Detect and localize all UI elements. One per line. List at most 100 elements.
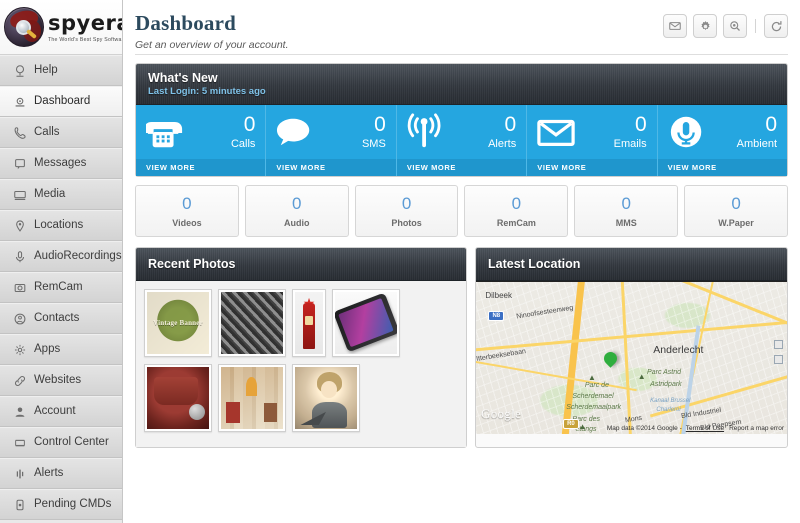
view-more-link[interactable]: VIEW MORE [527, 159, 657, 176]
sidebar-item-media[interactable]: Media [0, 179, 122, 210]
view-more-link[interactable]: VIEW MORE [136, 159, 266, 176]
phone-icon [14, 126, 26, 139]
tree-icon: ▲ [587, 373, 596, 383]
signal-tower-icon [407, 113, 441, 148]
last-login-text: Last Login: 5 minutes ago [148, 85, 266, 97]
thumbnail-image [147, 367, 209, 429]
brand-logo[interactable]: spyera The World's Best Spy Software [0, 0, 122, 55]
settings-button[interactable] [693, 14, 717, 38]
secondary-stat-label: W.Paper [718, 217, 754, 228]
microphone-circle-icon [670, 116, 701, 148]
sidebar-item-apps[interactable]: Apps [0, 334, 122, 365]
sidebar-item-control-center[interactable]: Control Center [0, 427, 122, 458]
sidebar-item-account[interactable]: Account [0, 396, 122, 427]
contacts-icon [14, 313, 26, 324]
map-viewport[interactable]: Dilbeek Ninoofsesteenweg Anderlecht Itterbe… [476, 281, 787, 434]
main-content: Dashboard Get an overview of your accoun… [123, 0, 800, 523]
sewing-tools-thumb[interactable] [218, 289, 286, 357]
sidebar-item-pending-cmds[interactable]: Pending CMDs [0, 489, 122, 520]
stat-card-calls[interactable]: 0 Calls VIEW MORE [136, 105, 267, 176]
sidebar-item-audiorecordings[interactable]: AudioRecordings [0, 241, 122, 272]
sidebar-item-websites[interactable]: Websites [0, 365, 122, 396]
map-label: Parc Astrid [647, 368, 682, 376]
telephone-icon [146, 122, 183, 148]
map-control-icon[interactable] [774, 354, 783, 364]
search-button[interactable] [723, 14, 747, 38]
secondary-stat-mms[interactable]: 0 MMS [574, 185, 679, 237]
secondary-stat-videos[interactable]: 0 Videos [135, 185, 239, 237]
secondary-stat-audio[interactable]: 0 Audio [244, 185, 349, 237]
thumbnail-image [335, 292, 397, 354]
map-label: Charleroi [656, 406, 681, 413]
stat-card-alerts[interactable]: 0 Alerts VIEW MORE [396, 105, 528, 176]
dashboard-icon [13, 95, 27, 109]
sidebar-item-calls[interactable]: Calls [0, 117, 122, 148]
media-icon [13, 188, 27, 202]
sidebar-item-contacts[interactable]: Contacts [0, 303, 122, 334]
map-attribution: Map data ©2014 Google - Terms of Use Repor… [607, 425, 784, 432]
signal-tower-icon [407, 113, 445, 151]
gas-pump-thumb[interactable]: ★ [292, 289, 326, 357]
view-more-link[interactable]: VIEW MORE [396, 159, 527, 176]
dashboard-page: spyera The World's Best Spy Software Hel… [0, 0, 800, 523]
panels-container: What's New Last Login: 5 minutes ago 0 Ca… [123, 54, 800, 448]
sidebar-item-remcam[interactable]: RemCam [0, 272, 122, 303]
microphone-icon [13, 250, 27, 264]
sidebar-item-dashboard[interactable]: Dashboard [0, 86, 122, 117]
search-icon [730, 21, 740, 31]
map-pin-icon [13, 219, 27, 233]
stat-value-group: 0 SMS [362, 114, 386, 150]
leather-bag-thumb[interactable] [144, 364, 212, 432]
map-control-icon[interactable] [774, 339, 783, 349]
thumbnail-image [221, 292, 283, 354]
contacts-icon [13, 312, 27, 326]
sidebar-item-help[interactable]: Help [0, 55, 122, 86]
secondary-stat-count: 0 [182, 193, 192, 213]
secondary-stat-count: 0 [292, 193, 302, 213]
pending-icon [13, 498, 27, 512]
sidebar-item-alerts[interactable]: Alerts [0, 458, 122, 489]
stat-count: 0 [765, 113, 778, 136]
recent-photos-panel: Recent Photos Vintage Banner ★ [135, 247, 467, 448]
sidebar-item-label: AudioRecordings [34, 249, 122, 262]
vintage-banner-thumb[interactable]: Vintage Banner [144, 289, 212, 357]
map-pin-icon [16, 219, 24, 232]
alert-icon [16, 469, 24, 478]
stat-label: Calls [230, 138, 256, 150]
stat-card-emails[interactable]: 0 Emails VIEW MORE [527, 105, 658, 176]
terms-of-use-link[interactable]: Terms of Use [686, 425, 724, 432]
report-map-error-link[interactable]: Report a map error [729, 425, 784, 432]
secondary-stat-w-paper[interactable]: 0 W.Paper [684, 185, 788, 237]
route-shield-icon: N8 [488, 310, 505, 321]
map-label: Scherdemael [572, 392, 614, 400]
collage-thumb[interactable] [218, 364, 286, 432]
view-more-link[interactable]: VIEW MORE [266, 159, 396, 176]
speech-bubble-icon [277, 118, 310, 146]
sidebar-item-label: Media [34, 187, 66, 200]
phone-icon [13, 126, 27, 140]
tablet-device-thumb[interactable] [332, 289, 400, 357]
view-more-link[interactable]: VIEW MORE [657, 159, 788, 176]
mail-button[interactable] [663, 14, 687, 38]
camera-icon [13, 281, 27, 295]
thumbnail-image: ★ [295, 292, 323, 354]
refresh-button[interactable] [764, 14, 788, 38]
sidebar-item-messages[interactable]: Messages [0, 148, 122, 179]
thumbnail-caption: Vintage Banner [153, 318, 203, 327]
stat-card-ambient[interactable]: 0 Ambient VIEW MORE [657, 105, 788, 176]
message-icon [15, 158, 25, 169]
map-label: Dilbeek [485, 291, 513, 301]
secondary-stat-remcam[interactable]: 0 RemCam [464, 185, 569, 237]
sidebar-item-locations[interactable]: Locations [0, 210, 122, 241]
portrait-thumb[interactable] [292, 364, 360, 432]
stat-cards-row: 0 Calls VIEW MORE 0 SMS VIEW MORE 0 Alerts VIEW … [136, 105, 788, 176]
user-icon [15, 406, 25, 417]
microphone-icon [15, 250, 25, 262]
thumbnail-image: Vintage Banner [147, 292, 209, 354]
stat-value-group: 0 Alerts [488, 114, 516, 150]
stat-card-sms[interactable]: 0 SMS VIEW MORE [266, 105, 397, 176]
secondary-stat-photos[interactable]: 0 Photos [354, 185, 459, 237]
secondary-stat-count: 0 [401, 193, 412, 213]
thumbnail-image [295, 367, 357, 429]
recent-photos-title: Recent Photos [148, 256, 236, 271]
